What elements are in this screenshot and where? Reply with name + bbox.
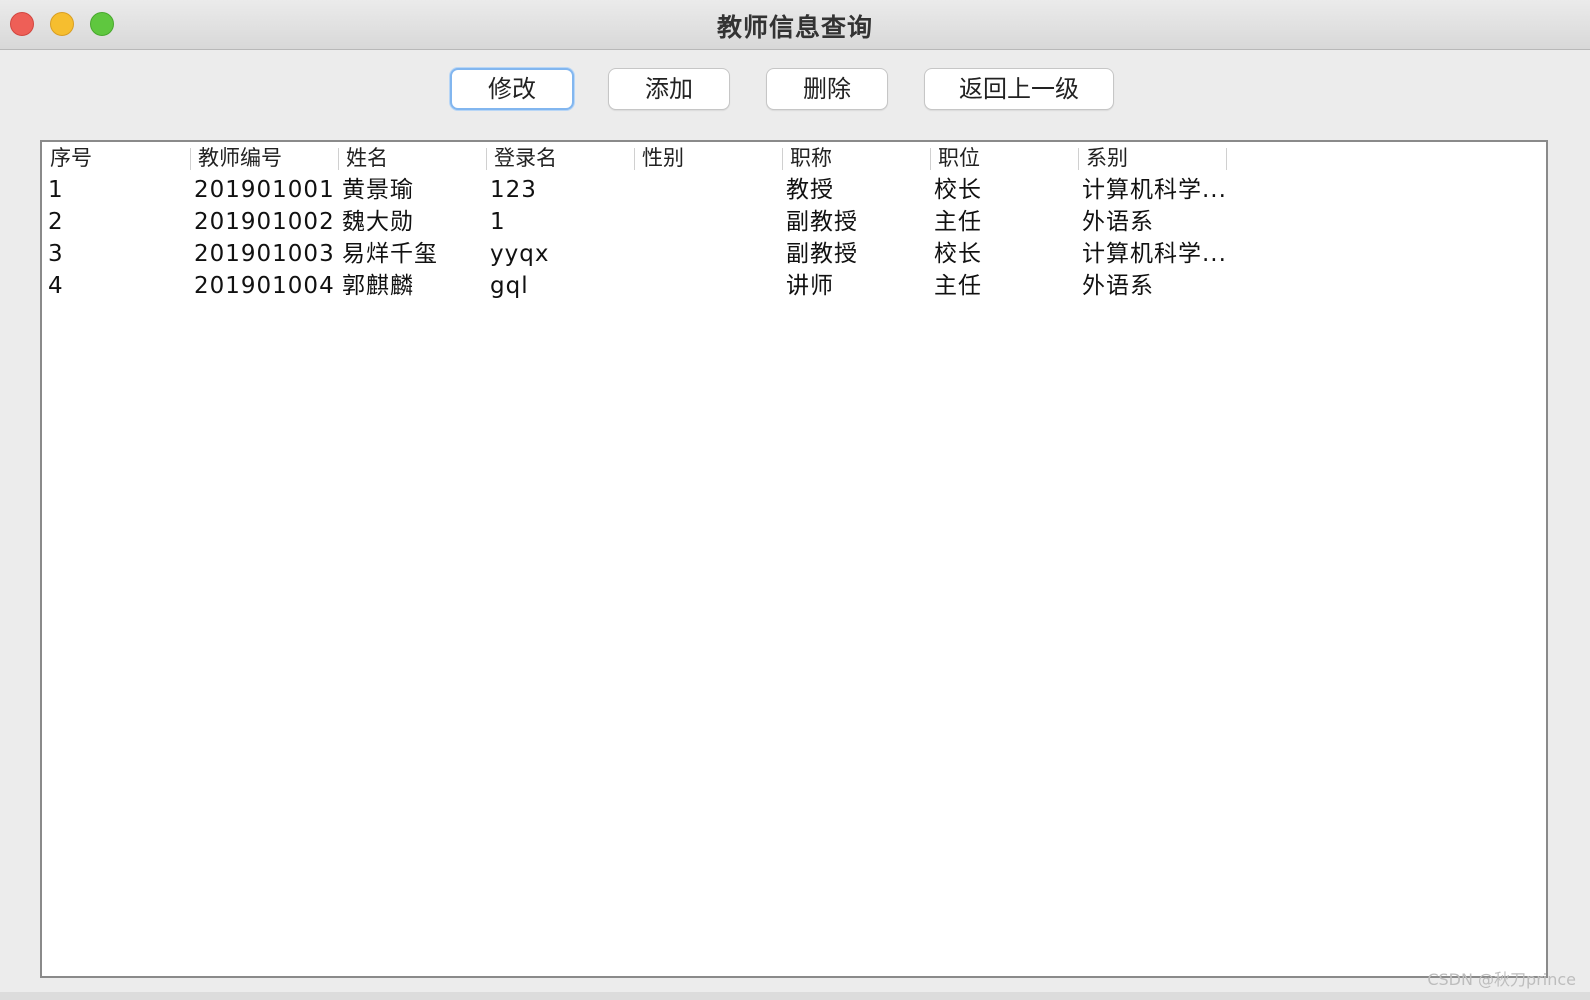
table-row[interactable]: 1 201901001 黄景瑜 123 教授 校长 计算机科学...	[42, 174, 1546, 206]
title-bar[interactable]: 教师信息查询	[0, 0, 1590, 50]
cell-index: 2	[48, 209, 64, 235]
cell-teacher-id: 201901002	[194, 209, 335, 235]
cell-teacher-id: 201901004	[194, 273, 335, 299]
cell-department: 外语系	[1082, 273, 1154, 299]
cell-gender	[634, 270, 782, 302]
cell-department: 计算机科学...	[1082, 177, 1227, 203]
cell-position: 校长	[934, 177, 982, 203]
table-row[interactable]: 4 201901004 郭麒麟 gql 讲师 主任 外语系	[42, 270, 1546, 302]
cell-login: yyqx	[490, 241, 550, 267]
cell-gender	[634, 238, 782, 270]
cell-position: 校长	[934, 241, 982, 267]
column-header-title[interactable]: 职称	[782, 146, 930, 170]
teacher-table[interactable]: 序号 教师编号 姓名 登录名 性别 职称 职位 系别 1 201901001 黄…	[40, 140, 1548, 978]
cell-name: 郭麒麟	[342, 273, 414, 299]
cell-title: 副教授	[786, 209, 858, 235]
cell-department: 外语系	[1082, 209, 1154, 235]
cell-index: 4	[48, 273, 64, 299]
column-divider[interactable]	[1226, 148, 1227, 170]
back-button[interactable]: 返回上一级	[924, 68, 1114, 110]
column-header-gender[interactable]: 性别	[634, 146, 782, 170]
app-window: 教师信息查询 修改 添加 删除 返回上一级 序号 教师编号 姓名 登录名 性别 …	[0, 0, 1590, 1000]
cell-gender	[634, 174, 782, 206]
column-header-login[interactable]: 登录名	[486, 146, 634, 170]
cell-gender	[634, 206, 782, 238]
modify-button[interactable]: 修改	[450, 68, 574, 110]
toolbar: 修改 添加 删除 返回上一级	[0, 68, 1590, 112]
column-header-department[interactable]: 系别	[1078, 146, 1226, 170]
cell-teacher-id: 201901003	[194, 241, 335, 267]
cell-name: 黄景瑜	[342, 177, 414, 203]
cell-index: 1	[48, 177, 64, 203]
cell-login: 1	[490, 209, 506, 235]
cell-login: 123	[490, 177, 537, 203]
column-header-name[interactable]: 姓名	[338, 146, 486, 170]
window-bottom-edge	[0, 992, 1590, 1000]
cell-name: 易烊千玺	[342, 241, 438, 267]
cell-login: gql	[490, 273, 529, 299]
delete-button[interactable]: 删除	[766, 68, 888, 110]
cell-position: 主任	[934, 209, 982, 235]
cell-department: 计算机科学...	[1082, 241, 1227, 267]
column-header-position[interactable]: 职位	[930, 146, 1078, 170]
cell-title: 教授	[786, 177, 834, 203]
table-header: 序号 教师编号 姓名 登录名 性别 职称 职位 系别	[42, 142, 1546, 174]
column-header-index[interactable]: 序号	[42, 146, 190, 170]
cell-title: 讲师	[786, 273, 834, 299]
cell-index: 3	[48, 241, 64, 267]
column-header-teacher-id[interactable]: 教师编号	[190, 146, 338, 170]
cell-title: 副教授	[786, 241, 858, 267]
cell-teacher-id: 201901001	[194, 177, 335, 203]
table-row[interactable]: 3 201901003 易烊千玺 yyqx 副教授 校长 计算机科学...	[42, 238, 1546, 270]
window-title: 教师信息查询	[716, 13, 873, 42]
table-row[interactable]: 2 201901002 魏大勋 1 副教授 主任 外语系	[42, 206, 1546, 238]
cell-position: 主任	[934, 273, 982, 299]
watermark: CSDN @秋刀prince	[1427, 970, 1576, 989]
cell-name: 魏大勋	[342, 209, 414, 235]
add-button[interactable]: 添加	[608, 68, 730, 110]
